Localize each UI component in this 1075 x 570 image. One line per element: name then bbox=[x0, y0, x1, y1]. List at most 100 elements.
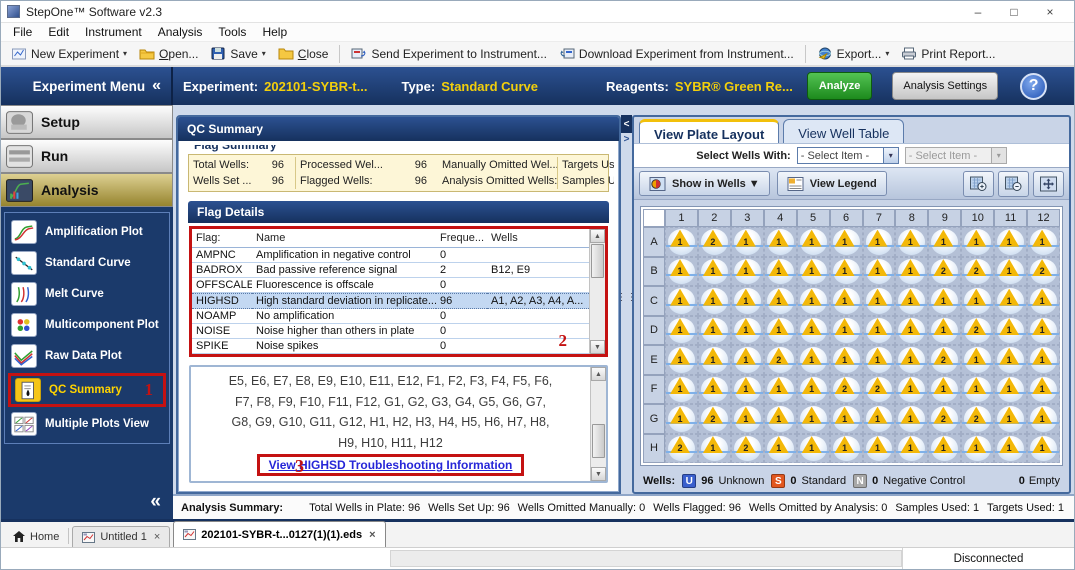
flag-table-scrollbar[interactable]: ▲ ▼ bbox=[589, 229, 605, 354]
well-A7[interactable]: 1 bbox=[863, 227, 896, 257]
flag-table-header-wells[interactable]: Wells bbox=[487, 229, 589, 248]
sidebar-item-multicomponent-plot[interactable]: Multicomponent Plot bbox=[7, 311, 167, 339]
well-A2[interactable]: 2 bbox=[698, 227, 731, 257]
well-B5[interactable]: 1 bbox=[797, 257, 830, 287]
well-E2[interactable]: 1 bbox=[698, 345, 731, 375]
well-D7[interactable]: 1 bbox=[863, 316, 896, 346]
well-C9[interactable]: 1 bbox=[928, 286, 961, 316]
wells-list-scrollbar[interactable]: ▲ ▼ bbox=[590, 367, 606, 481]
well-H8[interactable]: 1 bbox=[895, 434, 928, 464]
well-H2[interactable]: 1 bbox=[698, 434, 731, 464]
chevron-down-icon[interactable]: ▾ bbox=[883, 148, 898, 163]
flag-table-cell-spike[interactable]: 0 bbox=[436, 339, 487, 354]
flag-table-header-flag[interactable]: Flag: bbox=[192, 229, 252, 248]
flag-table-cell-offscale[interactable] bbox=[487, 278, 589, 293]
show-in-wells-button[interactable]: Show in Wells ▼ bbox=[639, 171, 770, 196]
well-G1[interactable]: 1 bbox=[665, 404, 698, 434]
well-B1[interactable]: 1 bbox=[665, 257, 698, 287]
doc-tab-untitled-1[interactable]: Untitled 1× bbox=[72, 526, 170, 547]
plate-row-header-A[interactable]: A bbox=[643, 227, 665, 257]
sidebar-item-melt-curve[interactable]: Melt Curve bbox=[7, 280, 167, 308]
plate-column-header-1[interactable]: 1 bbox=[665, 209, 698, 227]
well-E9[interactable]: 2 bbox=[928, 345, 961, 375]
well-A12[interactable]: 1 bbox=[1027, 227, 1060, 257]
well-B7[interactable]: 1 bbox=[863, 257, 896, 287]
well-H12[interactable]: 1 bbox=[1027, 434, 1060, 464]
sidebar-section-run[interactable]: Run bbox=[1, 139, 173, 173]
plate-column-header-2[interactable]: 2 bbox=[698, 209, 731, 227]
well-E7[interactable]: 1 bbox=[863, 345, 896, 375]
sidebar-item-multiple-plots-view[interactable]: Multiple Plots View bbox=[7, 410, 167, 438]
well-D9[interactable]: 1 bbox=[928, 316, 961, 346]
toolbar-close[interactable]: Close bbox=[272, 45, 335, 63]
analysis-settings-button[interactable]: Analysis Settings bbox=[892, 72, 998, 100]
well-C6[interactable]: 1 bbox=[830, 286, 863, 316]
flag-table-header-freque[interactable]: Freque... bbox=[436, 229, 487, 248]
flag-table-cell-offscale[interactable]: OFFSCALE bbox=[192, 278, 252, 293]
plate-column-header-10[interactable]: 10 bbox=[961, 209, 994, 227]
maximize-icon[interactable]: □ bbox=[996, 2, 1032, 22]
well-D10[interactable]: 2 bbox=[961, 316, 994, 346]
well-C10[interactable]: 1 bbox=[961, 286, 994, 316]
home-tab[interactable]: Home bbox=[4, 526, 68, 547]
well-H1[interactable]: 2 bbox=[665, 434, 698, 464]
well-G3[interactable]: 1 bbox=[731, 404, 764, 434]
well-D4[interactable]: 1 bbox=[764, 316, 797, 346]
well-A10[interactable]: 1 bbox=[961, 227, 994, 257]
well-E6[interactable]: 1 bbox=[830, 345, 863, 375]
flag-table-cell-noise[interactable]: 0 bbox=[436, 324, 487, 339]
plate-column-header-5[interactable]: 5 bbox=[797, 209, 830, 227]
well-H6[interactable]: 1 bbox=[830, 434, 863, 464]
scroll-up-icon[interactable]: ▲ bbox=[591, 367, 606, 381]
well-A6[interactable]: 1 bbox=[830, 227, 863, 257]
well-G11[interactable]: 1 bbox=[994, 404, 1027, 434]
menu-analysis[interactable]: Analysis bbox=[150, 23, 211, 41]
well-G6[interactable]: 1 bbox=[830, 404, 863, 434]
plate-column-header-9[interactable]: 9 bbox=[928, 209, 961, 227]
zoom-out-plate-button[interactable] bbox=[998, 171, 1029, 197]
help-icon[interactable]: ? bbox=[1020, 73, 1047, 100]
scrollbar-thumb[interactable] bbox=[592, 424, 605, 458]
flag-table-cell-noise[interactable] bbox=[487, 324, 589, 339]
well-F10[interactable]: 1 bbox=[961, 375, 994, 405]
plate-row-header-H[interactable]: H bbox=[643, 434, 665, 464]
well-B12[interactable]: 2 bbox=[1027, 257, 1060, 287]
plate-row-header-D[interactable]: D bbox=[643, 316, 665, 346]
experiment-menu-header[interactable]: Experiment Menu « bbox=[1, 67, 173, 105]
well-F7[interactable]: 2 bbox=[863, 375, 896, 405]
analyze-button[interactable]: Analyze bbox=[807, 72, 873, 100]
well-C4[interactable]: 1 bbox=[764, 286, 797, 316]
close-tab-icon[interactable]: × bbox=[154, 531, 160, 543]
flag-table-cell-ampnc[interactable]: 0 bbox=[436, 248, 487, 263]
well-B6[interactable]: 1 bbox=[830, 257, 863, 287]
expand-right-icon[interactable]: > bbox=[624, 134, 630, 145]
well-E4[interactable]: 2 bbox=[764, 345, 797, 375]
plate-row-header-C[interactable]: C bbox=[643, 286, 665, 316]
well-C12[interactable]: 1 bbox=[1027, 286, 1060, 316]
menu-file[interactable]: File bbox=[5, 23, 40, 41]
tab-view-well-table[interactable]: View Well Table bbox=[783, 119, 904, 143]
flag-table-header-name[interactable]: Name bbox=[252, 229, 436, 248]
plate-column-header-3[interactable]: 3 bbox=[731, 209, 764, 227]
well-D12[interactable]: 1 bbox=[1027, 316, 1060, 346]
well-E11[interactable]: 1 bbox=[994, 345, 1027, 375]
well-C1[interactable]: 1 bbox=[665, 286, 698, 316]
well-G9[interactable]: 2 bbox=[928, 404, 961, 434]
flag-table-cell-badrox[interactable]: 2 bbox=[436, 263, 487, 278]
flag-table-cell-highsd[interactable]: A1, A2, A3, A4, A... bbox=[487, 293, 589, 309]
well-D8[interactable]: 1 bbox=[895, 316, 928, 346]
well-A8[interactable]: 1 bbox=[895, 227, 928, 257]
sidebar-section-setup[interactable]: Setup bbox=[1, 105, 173, 139]
well-G10[interactable]: 2 bbox=[961, 404, 994, 434]
scroll-down-icon[interactable]: ▼ bbox=[591, 467, 606, 481]
well-G7[interactable]: 1 bbox=[863, 404, 896, 434]
well-B8[interactable]: 1 bbox=[895, 257, 928, 287]
well-H10[interactable]: 1 bbox=[961, 434, 994, 464]
well-C2[interactable]: 1 bbox=[698, 286, 731, 316]
flag-table-cell-noamp[interactable]: NOAMP bbox=[192, 309, 252, 324]
well-G2[interactable]: 2 bbox=[698, 404, 731, 434]
well-D2[interactable]: 1 bbox=[698, 316, 731, 346]
well-F1[interactable]: 1 bbox=[665, 375, 698, 405]
well-C11[interactable]: 1 bbox=[994, 286, 1027, 316]
collapse-menu-icon[interactable]: « bbox=[152, 77, 161, 95]
